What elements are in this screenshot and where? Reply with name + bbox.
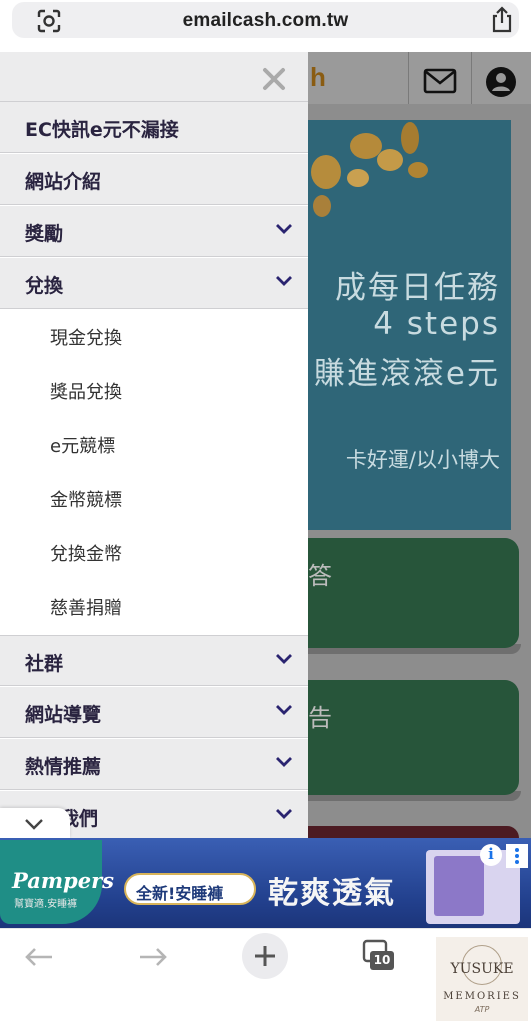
ad-brand-sub: 幫寶適.安睡褲 bbox=[14, 899, 78, 910]
info-icon[interactable]: i bbox=[480, 844, 502, 866]
menu-item-rewards[interactable]: 獎勵 bbox=[0, 206, 308, 257]
menu-item-label: 兌換 bbox=[25, 275, 64, 297]
submenu-item-prize-redeem[interactable]: 獎品兌換 bbox=[0, 363, 308, 417]
submenu-item-gold-exchange[interactable]: 兌換金幣 bbox=[0, 525, 308, 579]
submenu-item-cash-redeem[interactable]: 現金兌換 bbox=[0, 309, 308, 363]
mail-icon[interactable] bbox=[423, 68, 457, 94]
tab-count: 10 bbox=[370, 951, 394, 970]
menu-item-label: EC快訊e元不漏接 bbox=[25, 119, 179, 141]
nav-drawer: EC快訊e元不漏接 網站介紹 獎勵 兌換 現金兌換 獎品兌換 e元競標 金幣競標… bbox=[0, 52, 308, 838]
browser-top-bar: emailcash.com.tw bbox=[0, 0, 531, 52]
banner-line-3: 賺進滾滾e元 bbox=[313, 356, 500, 392]
header-divider bbox=[408, 52, 409, 104]
ad-headline: 乾爽透氣 bbox=[268, 876, 396, 911]
chevron-down-icon bbox=[276, 654, 292, 664]
ad-pill: 全新!安睡褲 bbox=[124, 873, 256, 905]
task-card[interactable]: 答 bbox=[308, 538, 519, 648]
watermark-line-2: MEMORIES bbox=[443, 991, 521, 1002]
chevron-down-icon bbox=[25, 819, 43, 830]
menu-item-about[interactable]: 網站介紹 bbox=[0, 154, 308, 205]
watermark-logo: YUSUKE MEMORIES ATP bbox=[436, 937, 528, 1021]
url-text[interactable]: emailcash.com.tw bbox=[12, 10, 519, 32]
ad-brand: Pampers bbox=[12, 868, 114, 893]
site-logo-fragment[interactable]: h bbox=[310, 62, 326, 93]
back-arrow-icon[interactable] bbox=[24, 947, 54, 967]
menu-item-redeem[interactable]: 兌換 bbox=[0, 258, 308, 309]
menu-item-community[interactable]: 社群 bbox=[0, 635, 308, 686]
tab-switcher-button[interactable]: 10 bbox=[362, 939, 396, 971]
submenu-item-label: 金幣競標 bbox=[50, 490, 122, 511]
address-bar[interactable]: emailcash.com.tw bbox=[12, 2, 519, 38]
menu-item-label: 網站介紹 bbox=[25, 171, 102, 193]
banner-line-2: 4 steps bbox=[373, 306, 500, 342]
menu-item-site-guide[interactable]: 網站導覽 bbox=[0, 687, 308, 738]
account-icon[interactable] bbox=[485, 66, 517, 98]
banner-line-1: 成每日任務 bbox=[335, 270, 500, 306]
coins-illustration bbox=[311, 122, 428, 217]
submenu-item-e-auction[interactable]: e元競標 bbox=[0, 417, 308, 471]
watermark-line-3: ATP bbox=[474, 1005, 490, 1014]
task-card-label: 告 bbox=[308, 704, 332, 732]
close-icon[interactable] bbox=[262, 67, 286, 91]
chevron-down-icon bbox=[276, 809, 292, 819]
header-divider bbox=[471, 52, 472, 104]
submenu-item-charity[interactable]: 慈善捐贈 bbox=[0, 579, 308, 633]
banner-line-4: 卡好運/以小博大 bbox=[345, 448, 500, 472]
task-card-label: 答 bbox=[308, 562, 332, 590]
watermark-line-1: YUSUKE bbox=[450, 961, 514, 977]
plus-icon bbox=[255, 946, 275, 966]
kebab-menu-icon[interactable] bbox=[506, 844, 528, 868]
ad-banner[interactable]: Pampers 幫寶適.安睡褲 全新!安睡褲 乾爽透氣 i bbox=[0, 838, 531, 928]
submenu-item-label: 現金兌換 bbox=[50, 328, 122, 349]
ad-collapse-tab[interactable] bbox=[0, 808, 70, 838]
drawer-header bbox=[0, 52, 308, 102]
menu-item-label: 社群 bbox=[25, 653, 64, 675]
ad-pill-text: 全新!安睡褲 bbox=[136, 884, 224, 903]
new-tab-button[interactable] bbox=[242, 933, 288, 979]
submenu-item-label: 慈善捐贈 bbox=[50, 598, 122, 619]
task-card[interactable]: 告 bbox=[308, 680, 519, 795]
share-icon[interactable] bbox=[489, 6, 515, 34]
menu-item-recommend[interactable]: 熱情推薦 bbox=[0, 739, 308, 790]
menu-item-label: 熱情推薦 bbox=[25, 756, 102, 778]
menu-item-label: 獎勵 bbox=[25, 223, 64, 245]
chevron-down-icon bbox=[276, 276, 292, 286]
chevron-down-icon bbox=[276, 705, 292, 715]
chevron-down-icon bbox=[276, 757, 292, 767]
menu-item-news[interactable]: EC快訊e元不漏接 bbox=[0, 102, 308, 153]
chevron-down-icon bbox=[276, 224, 292, 234]
submenu-item-label: 獎品兌換 bbox=[50, 382, 122, 403]
screen: emailcash.com.tw h 成每日任務 4 steps 賺進滾滾e元 … bbox=[0, 0, 531, 1024]
submenu-item-label: 兌換金幣 bbox=[50, 544, 122, 565]
submenu-item-gold-auction[interactable]: 金幣競標 bbox=[0, 471, 308, 525]
forward-arrow-icon[interactable] bbox=[138, 947, 168, 967]
menu-item-label: 網站導覽 bbox=[25, 704, 102, 726]
submenu-item-label: e元競標 bbox=[50, 436, 116, 457]
